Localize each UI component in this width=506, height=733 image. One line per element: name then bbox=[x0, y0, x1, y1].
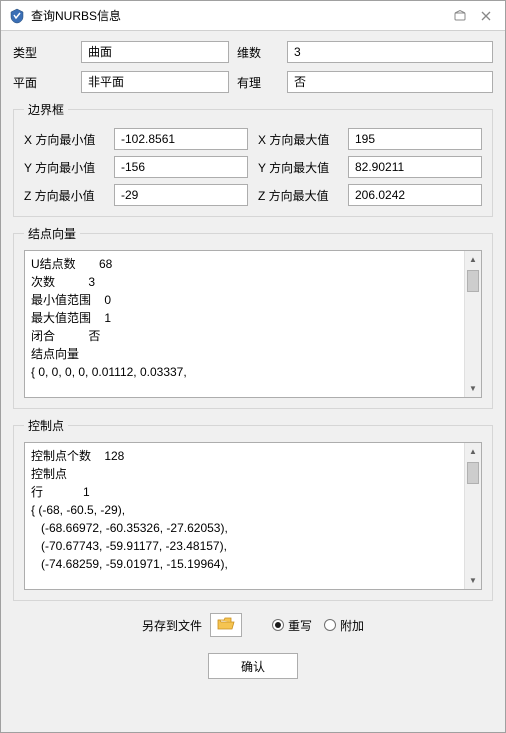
cp-scrollbar[interactable]: ▲ ▼ bbox=[464, 443, 481, 589]
type-field: 曲面 bbox=[81, 41, 229, 63]
rational-label: 有理 bbox=[237, 74, 279, 91]
knot-line: { 0, 0, 0, 0, 0.01112, 0.03337, bbox=[31, 363, 461, 381]
zmin-value: -29 bbox=[114, 184, 248, 206]
scroll-down-icon[interactable]: ▼ bbox=[465, 380, 481, 397]
xmin-value: -102.8561 bbox=[114, 128, 248, 150]
ymin-value: -156 bbox=[114, 156, 248, 178]
bounding-box-legend: 边界框 bbox=[24, 101, 68, 118]
control-points-textarea[interactable]: 控制点个数 128 控制点 行 1 { (-68, -60.5, -29), (… bbox=[24, 442, 482, 590]
dim-label: 维数 bbox=[237, 44, 279, 61]
cp-line: (-70.67743, -59.91177, -23.48157), bbox=[31, 537, 461, 555]
browse-file-button[interactable] bbox=[210, 613, 242, 637]
radio-append[interactable]: 附加 bbox=[324, 617, 364, 634]
close-button[interactable] bbox=[475, 7, 497, 25]
cp-line: 行 1 bbox=[31, 483, 461, 501]
scroll-thumb[interactable] bbox=[467, 462, 479, 484]
scroll-track[interactable] bbox=[465, 268, 481, 380]
xmax-value: 195 bbox=[348, 128, 482, 150]
ymax-value: 82.90211 bbox=[348, 156, 482, 178]
cp-line: 控制点 bbox=[31, 465, 461, 483]
knot-scrollbar[interactable]: ▲ ▼ bbox=[464, 251, 481, 397]
footer-row: 另存到文件 重写 附加 bbox=[13, 613, 493, 637]
radio-dot-icon bbox=[272, 619, 284, 631]
window-title: 查询NURBS信息 bbox=[31, 7, 445, 24]
plane-field: 非平面 bbox=[81, 71, 229, 93]
cp-line: 控制点个数 128 bbox=[31, 447, 461, 465]
type-label: 类型 bbox=[13, 44, 73, 61]
radio-rewrite-label: 重写 bbox=[288, 617, 312, 634]
help-button[interactable] bbox=[449, 7, 471, 25]
ok-button[interactable]: 确认 bbox=[208, 653, 298, 679]
xmin-label: X 方向最小值 bbox=[24, 131, 104, 148]
scroll-down-icon[interactable]: ▼ bbox=[465, 572, 481, 589]
knot-line: 最小值范围 0 bbox=[31, 291, 461, 309]
knot-textarea[interactable]: U结点数 68 次数 3 最小值范围 0 最大值范围 1 闭合 否 结点向量 {… bbox=[24, 250, 482, 398]
knot-vector-legend: 结点向量 bbox=[24, 225, 80, 242]
cp-line: (-68.66972, -60.35326, -27.62053), bbox=[31, 519, 461, 537]
dialog-window: 查询NURBS信息 类型 曲面 维数 3 平面 非平面 有理 否 边界框 X 方… bbox=[0, 0, 506, 733]
radio-dot-icon bbox=[324, 619, 336, 631]
zmax-label: Z 方向最大值 bbox=[258, 187, 338, 204]
rational-field: 否 bbox=[287, 71, 493, 93]
radio-append-label: 附加 bbox=[340, 617, 364, 634]
scroll-up-icon[interactable]: ▲ bbox=[465, 443, 481, 460]
write-mode-radios: 重写 附加 bbox=[272, 617, 364, 634]
dialog-content: 类型 曲面 维数 3 平面 非平面 有理 否 边界框 X 方向最小值 -102.… bbox=[1, 31, 505, 732]
row-plane-rational: 平面 非平面 有理 否 bbox=[13, 71, 493, 93]
knot-line: 最大值范围 1 bbox=[31, 309, 461, 327]
ymax-label: Y 方向最大值 bbox=[258, 159, 338, 176]
titlebar: 查询NURBS信息 bbox=[1, 1, 505, 31]
ymin-label: Y 方向最小值 bbox=[24, 159, 104, 176]
zmin-label: Z 方向最小值 bbox=[24, 187, 104, 204]
bounding-box-group: 边界框 X 方向最小值 -102.8561 X 方向最大值 195 Y 方向最小… bbox=[13, 101, 493, 217]
cp-line: { (-68, -60.5, -29), bbox=[31, 501, 461, 519]
xmax-label: X 方向最大值 bbox=[258, 131, 338, 148]
app-icon bbox=[9, 8, 25, 24]
row-type-dim: 类型 曲面 维数 3 bbox=[13, 41, 493, 63]
scroll-thumb[interactable] bbox=[467, 270, 479, 292]
ok-row: 确认 bbox=[13, 653, 493, 679]
knot-line: 次数 3 bbox=[31, 273, 461, 291]
scroll-up-icon[interactable]: ▲ bbox=[465, 251, 481, 268]
folder-icon bbox=[217, 617, 235, 634]
knot-line: 结点向量 bbox=[31, 345, 461, 363]
plane-label: 平面 bbox=[13, 74, 73, 91]
save-to-file-group: 另存到文件 bbox=[142, 613, 242, 637]
knot-line: 闭合 否 bbox=[31, 327, 461, 345]
scroll-track[interactable] bbox=[465, 460, 481, 572]
control-points-legend: 控制点 bbox=[24, 417, 68, 434]
save-to-file-label: 另存到文件 bbox=[142, 617, 202, 634]
zmax-value: 206.0242 bbox=[348, 184, 482, 206]
control-points-group: 控制点 控制点个数 128 控制点 行 1 { (-68, -60.5, -29… bbox=[13, 417, 493, 601]
knot-vector-group: 结点向量 U结点数 68 次数 3 最小值范围 0 最大值范围 1 闭合 否 结… bbox=[13, 225, 493, 409]
radio-rewrite[interactable]: 重写 bbox=[272, 617, 312, 634]
dim-field: 3 bbox=[287, 41, 493, 63]
knot-line: U结点数 68 bbox=[31, 255, 461, 273]
cp-line: (-74.68259, -59.01971, -15.19964), bbox=[31, 555, 461, 573]
